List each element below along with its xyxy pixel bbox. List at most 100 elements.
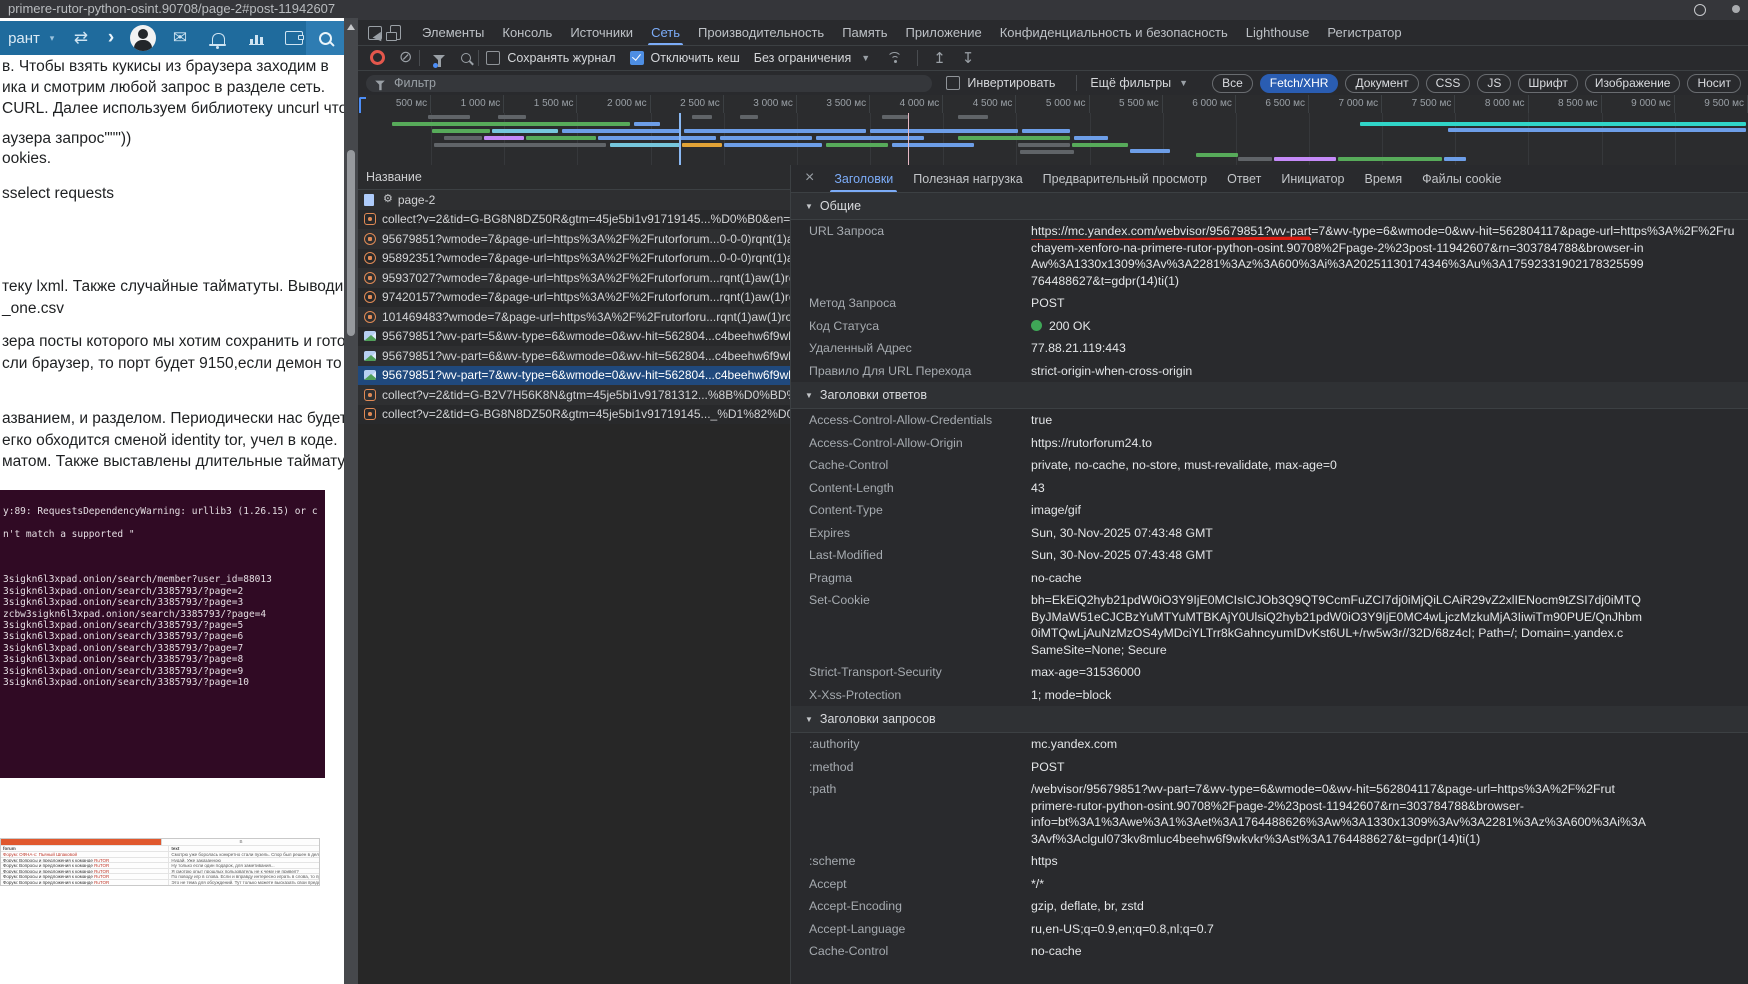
more-filters-button[interactable]: Ещё фильтры ▼ bbox=[1090, 76, 1198, 90]
chevron-right-icon[interactable]: › bbox=[98, 21, 124, 55]
network-conditions-icon[interactable] bbox=[886, 51, 904, 64]
scroll-up-arrow-icon[interactable] bbox=[347, 24, 355, 30]
header-value-line: POST bbox=[1031, 759, 1748, 776]
filter-chip-js[interactable]: JS bbox=[1477, 74, 1511, 93]
filter-chip-документ[interactable]: Документ bbox=[1345, 74, 1418, 93]
header-row: :methodPOST bbox=[791, 756, 1748, 779]
network-request-row[interactable]: 101469483?wmode=7&page-url=https%3A%2F%2… bbox=[358, 307, 790, 327]
filter-chip-css[interactable]: CSS bbox=[1426, 74, 1471, 93]
value-text: image/gif bbox=[1031, 503, 1081, 517]
filter-funnel-icon[interactable] bbox=[433, 55, 445, 61]
chart-icon[interactable] bbox=[238, 21, 274, 55]
devtools-tab-приложение[interactable]: Приложение bbox=[896, 20, 990, 45]
header-row: URL Запросаhttps://mc.yandex.com/webviso… bbox=[791, 220, 1748, 292]
filter-chip-шрифт[interactable]: Шрифт bbox=[1518, 74, 1577, 93]
close-icon[interactable]: × bbox=[791, 169, 824, 189]
waterfall-bar bbox=[610, 143, 680, 147]
spreadsheet-screenshot: B forumtextФорум: ОФНА-с: Пьяный Шпаково… bbox=[0, 838, 320, 886]
details-tab-инициатор[interactable]: Инициатор bbox=[1271, 165, 1354, 192]
preserve-log-label[interactable]: Сохранять журнал bbox=[507, 51, 615, 65]
request-name: collect?v=2&tid=G-BG8N8DZ50R&gtm=45je5bi… bbox=[382, 212, 790, 226]
header-value: 1; mode=block bbox=[1031, 687, 1748, 704]
section-header[interactable]: ▼Общие bbox=[791, 193, 1748, 220]
devtools-tab-конфиденциальность-и-безопасность[interactable]: Конфиденциальность и безопасность bbox=[991, 20, 1237, 45]
filter-chip-fetch-xhr[interactable]: Fetch/XHR bbox=[1260, 74, 1339, 93]
details-tab-ответ[interactable]: Ответ bbox=[1217, 165, 1271, 192]
filter-input[interactable]: Фильтр bbox=[366, 75, 932, 92]
network-request-row[interactable]: collect?v=2&tid=G-BG8N8DZ50R&gtm=45je5bi… bbox=[358, 210, 790, 230]
filter-chip-изображение[interactable]: Изображение bbox=[1585, 74, 1681, 93]
filter-chip-все[interactable]: Все bbox=[1212, 74, 1253, 93]
details-tab-файлы-cookie[interactable]: Файлы cookie bbox=[1412, 165, 1511, 192]
chevron-down-icon[interactable]: ▾ bbox=[44, 21, 60, 55]
devtools-tab-сеть[interactable]: Сеть bbox=[642, 20, 689, 45]
value-text: bh=EkEiQ2hyb21pdW0iO3Y9IjE0MCIsICJOb3Q9Q… bbox=[1031, 593, 1641, 607]
export-har-icon[interactable]: ↧ bbox=[962, 49, 975, 67]
devtools-tab-элементы[interactable]: Элементы bbox=[413, 20, 493, 45]
network-request-row[interactable]: 95679851?wv-part=7&wv-type=6&wmode=0&wv-… bbox=[358, 366, 790, 386]
sheet-text-cell: Это не тема для обсуждений. Тут только м… bbox=[168, 880, 319, 886]
waterfall-marker-line bbox=[908, 113, 909, 165]
timeline-tick: 4 000 мс bbox=[870, 95, 943, 113]
devtools-tab-lighthouse[interactable]: Lighthouse bbox=[1237, 20, 1319, 45]
page-scrollbar[interactable] bbox=[344, 18, 358, 984]
section-header[interactable]: ▼Заголовки запросов bbox=[791, 706, 1748, 733]
record-button[interactable] bbox=[370, 50, 385, 65]
network-request-row[interactable]: 97420157?wmode=7&page-url=https%3A%2F%2F… bbox=[358, 288, 790, 308]
network-request-row[interactable]: 95679851?wmode=7&page-url=https%3A%2F%2F… bbox=[358, 229, 790, 249]
network-request-row[interactable]: ⚙page-2 bbox=[358, 190, 790, 210]
value-text: chayem-xenforo-na-primere-rutor-python-o… bbox=[1031, 241, 1644, 255]
network-request-row[interactable]: 95937027?wmode=7&page-url=https%3A%2F%2F… bbox=[358, 268, 790, 288]
devtools-tab-регистратор[interactable]: Регистратор bbox=[1318, 20, 1410, 45]
header-name: Set-Cookie bbox=[809, 592, 1031, 658]
disable-cache-label[interactable]: Отключить кеш bbox=[651, 51, 740, 65]
header-value-line: info=bt%3A1%3Awe%3A1%3Aet%3A1764488626%3… bbox=[1031, 814, 1748, 831]
preserve-log-checkbox[interactable] bbox=[486, 51, 500, 65]
details-tab-полезная-нагрузка[interactable]: Полезная нагрузка bbox=[903, 165, 1032, 192]
mail-icon[interactable]: ✉ bbox=[162, 21, 198, 55]
network-request-row[interactable]: 95679851?wv-part=5&wv-type=6&wmode=0&wv-… bbox=[358, 327, 790, 347]
swap-arrows-icon[interactable]: ⇄ bbox=[66, 21, 96, 55]
clear-icon[interactable]: ⊘ bbox=[399, 50, 412, 66]
requests-table-header[interactable]: Название bbox=[358, 165, 790, 190]
details-tab-время[interactable]: Время bbox=[1355, 165, 1413, 192]
details-tab-предварительный-просмотр[interactable]: Предварительный просмотр bbox=[1033, 165, 1217, 192]
details-tab-заголовки[interactable]: Заголовки bbox=[824, 165, 903, 192]
profile-icon[interactable] bbox=[1694, 4, 1706, 16]
invert-label[interactable]: Инвертировать bbox=[967, 76, 1055, 90]
request-name: page-2 bbox=[398, 193, 435, 207]
filter-chip-носит[interactable]: Носит bbox=[1687, 74, 1741, 93]
value-text: ru,en-US;q=0.9,en;q=0.8,nl;q=0.7 bbox=[1031, 922, 1214, 936]
menu-dot-icon[interactable] bbox=[1732, 5, 1740, 13]
chevron-down-icon[interactable]: ▼ bbox=[861, 53, 870, 63]
network-request-row[interactable]: collect?v=2&tid=G-BG8N8DZ50R&gtm=45je5bi… bbox=[358, 405, 790, 425]
network-overview-waterfall[interactable] bbox=[358, 113, 1748, 166]
network-request-row[interactable]: 95679851?wv-part=6&wv-type=6&wmode=0&wv-… bbox=[358, 346, 790, 366]
forum-navbar: рант ▾ ⇄ › ✉ bbox=[0, 21, 344, 55]
sheet-link[interactable]: RuTOR bbox=[94, 880, 109, 885]
waterfall-gridline bbox=[1163, 113, 1164, 165]
network-request-row[interactable]: collect?v=2&tid=G-B2V7H56K8N&gtm=45je5bi… bbox=[358, 385, 790, 405]
forum-menu-label[interactable]: рант bbox=[0, 21, 48, 55]
invert-checkbox[interactable] bbox=[946, 76, 960, 90]
forum-text-line: в. Чтобы взять кукисы из браузера заходи… bbox=[2, 58, 329, 76]
disable-cache-checkbox[interactable] bbox=[630, 51, 644, 65]
devtools-tab-производительность[interactable]: Производительность bbox=[689, 20, 833, 45]
import-har-icon[interactable]: ↥ bbox=[933, 49, 946, 67]
devtools-tab-память[interactable]: Память bbox=[833, 20, 896, 45]
network-request-row[interactable]: 95892351?wmode=7&page-url=https%3A%2F%2F… bbox=[358, 249, 790, 269]
scrollbar-thumb[interactable] bbox=[347, 150, 355, 336]
bell-icon[interactable] bbox=[200, 21, 236, 55]
devtools-tab-источники[interactable]: Источники bbox=[561, 20, 642, 45]
section-header[interactable]: ▼Заголовки ответов bbox=[791, 382, 1748, 409]
header-value-line: https://rutorforum24.to bbox=[1031, 435, 1748, 452]
search-icon[interactable] bbox=[461, 53, 471, 63]
inspect-element-icon[interactable] bbox=[368, 26, 382, 40]
search-icon[interactable] bbox=[306, 21, 344, 55]
device-toolbar-icon[interactable] bbox=[390, 25, 401, 40]
devtools-tab-консоль[interactable]: Консоль bbox=[493, 20, 561, 45]
user-avatar[interactable] bbox=[126, 21, 160, 55]
header-row: Cache-Controlno-cache bbox=[791, 940, 1748, 963]
throttling-select[interactable]: Без ограничения bbox=[754, 51, 852, 65]
wallet-glyph bbox=[285, 31, 303, 45]
